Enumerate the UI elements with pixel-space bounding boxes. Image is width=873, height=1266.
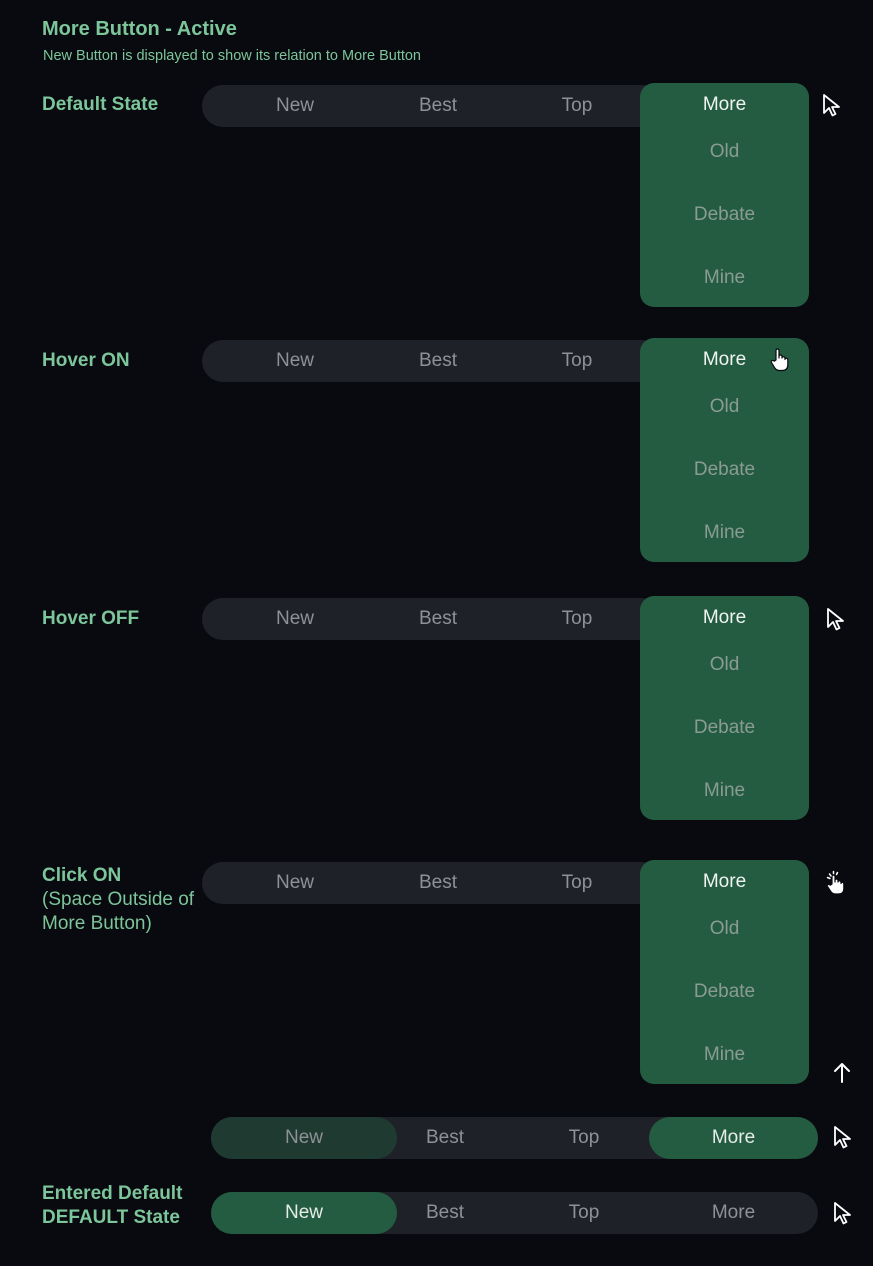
state-label-default: Default State — [42, 94, 159, 115]
tab-more[interactable]: More — [640, 604, 809, 632]
arrow-cursor-icon — [832, 1201, 856, 1225]
dropdown-option-old[interactable]: Old — [640, 915, 809, 943]
dropdown-option-mine[interactable]: Mine — [640, 777, 809, 805]
state-label-entered-default: Entered Default DEFAULT State — [42, 1183, 183, 1228]
arrow-cursor-icon — [825, 607, 849, 631]
dropdown-option-old[interactable]: Old — [640, 651, 809, 679]
state-label-click-on-note: (Space Outside of More Button) — [42, 889, 195, 934]
dropdown-option-debate[interactable]: Debate — [640, 714, 809, 742]
arrow-cursor-icon — [821, 93, 845, 117]
dropdown-option-debate[interactable]: Debate — [640, 201, 809, 229]
dropdown-option-mine[interactable]: Mine — [640, 519, 809, 547]
more-dropdown[interactable]: More Old Debate Mine — [640, 83, 809, 307]
hand-pointer-icon — [768, 347, 792, 372]
arrow-up-icon — [832, 1061, 856, 1085]
dropdown-option-old[interactable]: Old — [640, 138, 809, 166]
tab-more[interactable]: More — [649, 1117, 818, 1159]
state-label-hover-on: Hover ON — [42, 350, 130, 371]
more-dropdown[interactable]: More Old Debate Mine — [640, 596, 809, 820]
dropdown-option-debate[interactable]: Debate — [640, 456, 809, 484]
tab-more[interactable]: More — [640, 868, 809, 896]
page-subtitle: New Button is displayed to show its rela… — [43, 48, 421, 64]
dropdown-option-debate[interactable]: Debate — [640, 978, 809, 1006]
dropdown-option-mine[interactable]: Mine — [640, 1041, 809, 1069]
state-label-click-on: Click ON (Space Outside of More Button) — [42, 864, 202, 936]
state-label-hover-off: Hover OFF — [42, 608, 140, 629]
dropdown-option-old[interactable]: Old — [640, 393, 809, 421]
hand-click-icon — [823, 870, 847, 895]
more-dropdown[interactable]: More Old Debate Mine — [640, 860, 809, 1084]
dropdown-option-mine[interactable]: Mine — [640, 264, 809, 292]
tab-more[interactable]: More — [649, 1192, 818, 1234]
page-title: More Button - Active — [42, 18, 237, 40]
arrow-cursor-icon — [832, 1125, 856, 1149]
state-label-click-on-title: Click ON — [42, 865, 122, 886]
tab-more[interactable]: More — [640, 91, 809, 119]
